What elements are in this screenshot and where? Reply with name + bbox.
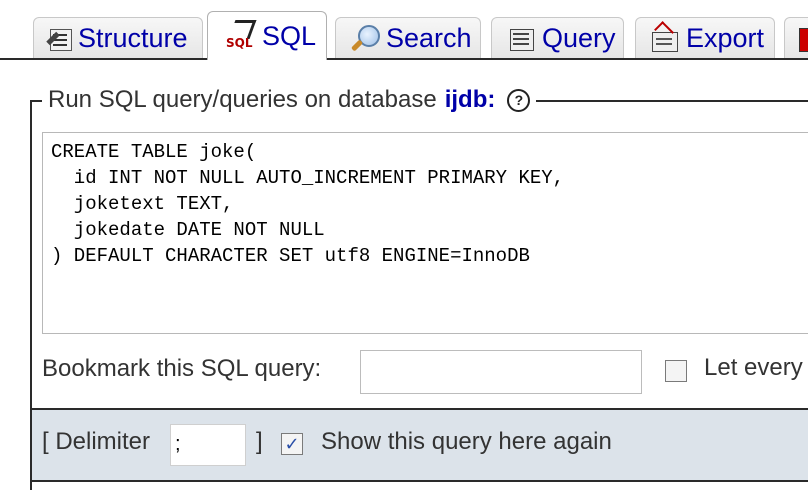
checkmark-icon: ✓: [284, 433, 300, 454]
let-every-checkbox[interactable]: [665, 360, 687, 382]
tab-export[interactable]: Export: [635, 17, 775, 58]
structure-icon: [46, 26, 72, 51]
tab-sql[interactable]: SQL SQL: [207, 11, 327, 60]
search-icon: [350, 23, 380, 53]
tab-search-label: Search: [386, 22, 472, 53]
query-icon: [508, 25, 536, 51]
show-query-checkbox[interactable]: ✓: [281, 433, 303, 455]
tab-query-label: Query: [542, 22, 616, 53]
tab-bar: Structure SQL SQL Search Query Export: [0, 0, 808, 60]
bookmark-row: Bookmark this SQL query: Let every: [42, 350, 808, 396]
operations-icon: [797, 24, 808, 52]
tab-query[interactable]: Query: [491, 17, 624, 58]
let-every-label: Let every: [704, 354, 803, 381]
bookmark-label: Bookmark this SQL query:: [42, 355, 322, 382]
show-query-label: Show this query here again: [321, 428, 612, 455]
export-icon: [650, 21, 680, 52]
help-icon[interactable]: ?: [507, 88, 531, 112]
tab-search[interactable]: Search: [335, 17, 481, 58]
tab-export-label: Export: [686, 22, 765, 53]
fieldset-legend: Run SQL query/queries on database ijdb: …: [42, 86, 537, 114]
tab-sql-label: SQL: [262, 20, 317, 51]
database-link[interactable]: ijdb:: [445, 86, 496, 114]
tab-bar-divider: [0, 58, 808, 60]
delimiter-label: [ Delimiter: [42, 428, 151, 455]
delimiter-input[interactable]: ;: [170, 424, 246, 466]
delimiter-close-bracket: ]: [256, 428, 263, 455]
bookmark-input[interactable]: [360, 350, 642, 394]
sql-query-textarea[interactable]: CREATE TABLE joke( id INT NOT NULL AUTO_…: [42, 132, 808, 334]
sql-icon: SQL: [224, 18, 257, 54]
tab-partial[interactable]: [784, 17, 808, 58]
tab-structure-label: Structure: [78, 22, 188, 53]
tab-structure[interactable]: Structure: [33, 17, 203, 58]
legend-text: Run SQL query/queries on database: [48, 86, 437, 113]
